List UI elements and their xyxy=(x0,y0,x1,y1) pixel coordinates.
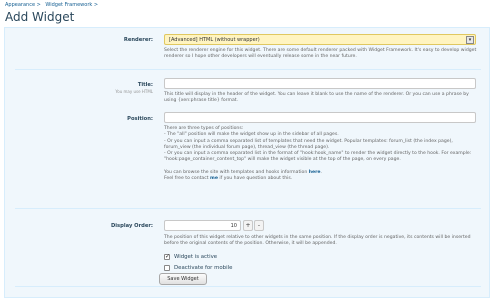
checkbox-checked-icon[interactable] xyxy=(164,253,170,260)
display-order-label: Display Order: xyxy=(110,223,153,229)
position-hint-line: - Or you can input a comma separated lis… xyxy=(164,138,453,150)
contact-text: Feel free to contact xyxy=(164,176,211,182)
contact-me-link[interactable]: me xyxy=(210,176,218,181)
renderer-hint: Select the renderer engine for this widg… xyxy=(164,48,477,60)
divider xyxy=(15,208,481,209)
browse-text-end: . xyxy=(320,169,322,175)
breadcrumb-widget-framework[interactable]: Widget Framework > xyxy=(45,2,98,8)
position-hint: There are three types of positions: - Th… xyxy=(164,126,478,182)
deactivate-mobile-checkbox[interactable]: Deactivate for mobile xyxy=(164,264,232,272)
title-hint: This title will display in the header of… xyxy=(164,92,469,104)
display-order-input[interactable]: 10 xyxy=(164,220,241,231)
title-label: Title: xyxy=(137,82,153,88)
chevron-down-icon[interactable]: ▾ xyxy=(466,36,474,44)
contact-text-end: if you have question about this. xyxy=(217,176,293,182)
display-order-stepper: 10 + - xyxy=(164,220,264,231)
browse-text: You can browse the site with templates a… xyxy=(164,169,309,175)
divider xyxy=(15,69,481,70)
renderer-select-value: [Advanced] HTML (without wrapper) xyxy=(169,37,260,43)
position-label: Position: xyxy=(127,116,153,122)
page-title: Add Widget xyxy=(5,10,75,24)
renderer-select[interactable]: [Advanced] HTML (without wrapper) ▾ xyxy=(164,34,476,45)
display-order-hint: The position of this widget relative to … xyxy=(164,235,471,247)
save-widget-button[interactable]: Save Widget xyxy=(159,273,207,285)
decrement-button[interactable]: - xyxy=(254,220,264,231)
title-input[interactable] xyxy=(164,78,476,89)
widget-active-checkbox[interactable]: Widget is active xyxy=(164,253,217,261)
here-link[interactable]: here xyxy=(309,170,321,175)
widget-active-label: Widget is active xyxy=(174,254,218,260)
widget-form: Renderer: [Advanced] HTML (without wrapp… xyxy=(4,27,490,298)
breadcrumb: Appearance > Widget Framework > xyxy=(5,2,101,8)
title-sublabel: You may use HTML xyxy=(115,89,153,94)
checkbox-unchecked-icon[interactable] xyxy=(164,265,170,271)
increment-button[interactable]: + xyxy=(243,220,253,231)
breadcrumb-appearance[interactable]: Appearance > xyxy=(5,2,41,8)
deactivate-mobile-label: Deactivate for mobile xyxy=(174,265,233,271)
position-input[interactable] xyxy=(164,112,476,123)
divider xyxy=(15,286,481,287)
position-hint-line: - Or you can input a comma separated lis… xyxy=(164,151,472,163)
renderer-label: Renderer: xyxy=(123,37,153,43)
position-hint-line: Feel free to contact me if you have ques… xyxy=(164,176,478,182)
